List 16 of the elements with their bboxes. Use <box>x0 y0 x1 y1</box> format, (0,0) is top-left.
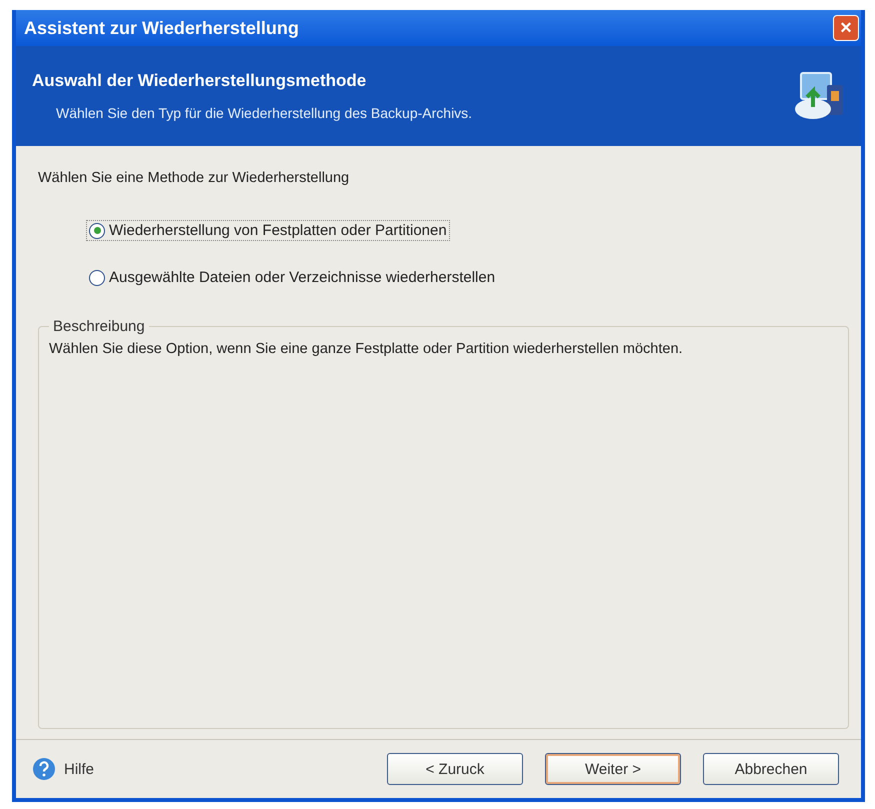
window-title: Assistent zur Wiederherstellung <box>24 18 299 38</box>
radio-button[interactable] <box>89 222 105 238</box>
dialog-button[interactable]: Weiter > <box>545 753 681 785</box>
close-button[interactable]: × <box>833 15 859 41</box>
page-subtitle: Wählen Sie den Typ für die Wiederherstellung des Backup-Archivs. <box>55 105 472 121</box>
dialog-button[interactable]: Abbrechen <box>703 753 839 785</box>
group-title: Beschreibung <box>52 318 146 335</box>
description-text: Wählen Sie diese Option, wenn Sie eine ganze Festplatte oder Partition wiederherstellen möchten. <box>49 340 684 359</box>
prompt-label: Wählen Sie eine Methode zur Wiederherstellung <box>38 170 350 186</box>
radio-button[interactable] <box>89 270 105 286</box>
radio-option[interactable]: Wiederherstellung von Festplatten oder Partitionen <box>86 220 450 241</box>
radio-option[interactable]: Ausgewählte Dateien oder Verzeichnisse wiederherstellen <box>86 267 498 288</box>
help-button[interactable]: Hilfe <box>32 757 94 781</box>
dialog-button[interactable]: < Zuruck <box>387 753 523 785</box>
page-title: Auswahl der Wiederherstellungsmethode <box>32 71 368 91</box>
help-icon <box>32 757 56 781</box>
